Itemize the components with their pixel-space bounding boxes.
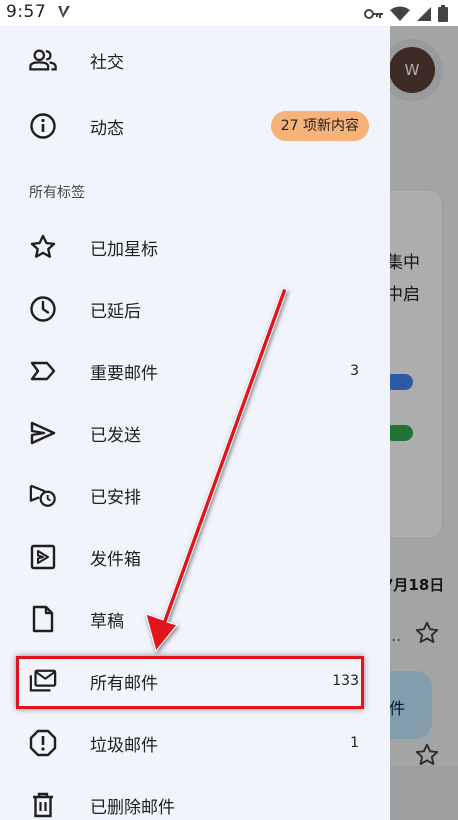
- drawer-item-label: 已发送: [90, 425, 141, 446]
- people-icon: [29, 46, 57, 74]
- clock-icon: [29, 295, 57, 323]
- drawer-item-snoozed[interactable]: 已延后: [0, 278, 390, 340]
- drawer-item-label: 已加星标: [90, 239, 158, 260]
- drawer-item-trash[interactable]: 已删除邮件: [0, 774, 390, 820]
- drawer-item-label: 发件箱: [90, 549, 141, 570]
- drawer-item-label: 垃圾邮件: [90, 735, 158, 756]
- drawer-item-outbox[interactable]: 发件箱: [0, 526, 390, 588]
- status-icons: [364, 5, 448, 26]
- drawer-item-important[interactable]: 重要邮件 3: [0, 340, 390, 402]
- drawer-item-label: 已延后: [90, 301, 141, 322]
- battery-icon: [438, 5, 448, 26]
- status-bar: 9:57: [0, 0, 458, 26]
- item-count: 1: [350, 735, 359, 751]
- section-header-all-labels: 所有标签: [29, 185, 85, 201]
- drawer-item-label: 动态: [90, 118, 124, 139]
- drawer-item-updates[interactable]: 动态 27 项新内容: [0, 95, 390, 157]
- highlight-box: [16, 656, 364, 709]
- outbox-icon: [29, 543, 57, 571]
- status-time: 9:57: [6, 2, 47, 22]
- scheduled-send-icon: [29, 481, 57, 509]
- item-count: 3: [350, 363, 359, 379]
- drawer-item-label: 社交: [90, 52, 124, 73]
- drawer-item-spam[interactable]: 垃圾邮件 1: [0, 712, 390, 774]
- drawer-item-starred[interactable]: 已加星标: [0, 216, 390, 278]
- star-icon: [29, 233, 57, 261]
- draft-icon: [29, 605, 57, 633]
- new-items-badge: 27 项新内容: [270, 111, 369, 141]
- spam-icon: [29, 729, 57, 757]
- drawer-item-scheduled[interactable]: 已安排: [0, 464, 390, 526]
- drawer-item-drafts[interactable]: 草稿: [0, 588, 390, 650]
- trash-icon: [29, 791, 57, 819]
- send-icon: [29, 419, 57, 447]
- drawer-item-label: 已删除邮件: [90, 797, 175, 818]
- v-notification-icon: [56, 4, 72, 24]
- drawer-item-social[interactable]: 社交: [0, 29, 390, 91]
- drawer-item-label: 已安排: [90, 487, 141, 508]
- drawer-item-sent[interactable]: 已发送: [0, 402, 390, 464]
- info-icon: [29, 112, 57, 140]
- important-label-icon: [29, 357, 57, 385]
- key-icon: [364, 6, 384, 25]
- wifi-icon: [390, 6, 410, 26]
- drawer-item-label: 重要邮件: [90, 363, 158, 384]
- drawer-item-label: 草稿: [90, 611, 124, 632]
- cellular-signal-icon: [416, 6, 432, 26]
